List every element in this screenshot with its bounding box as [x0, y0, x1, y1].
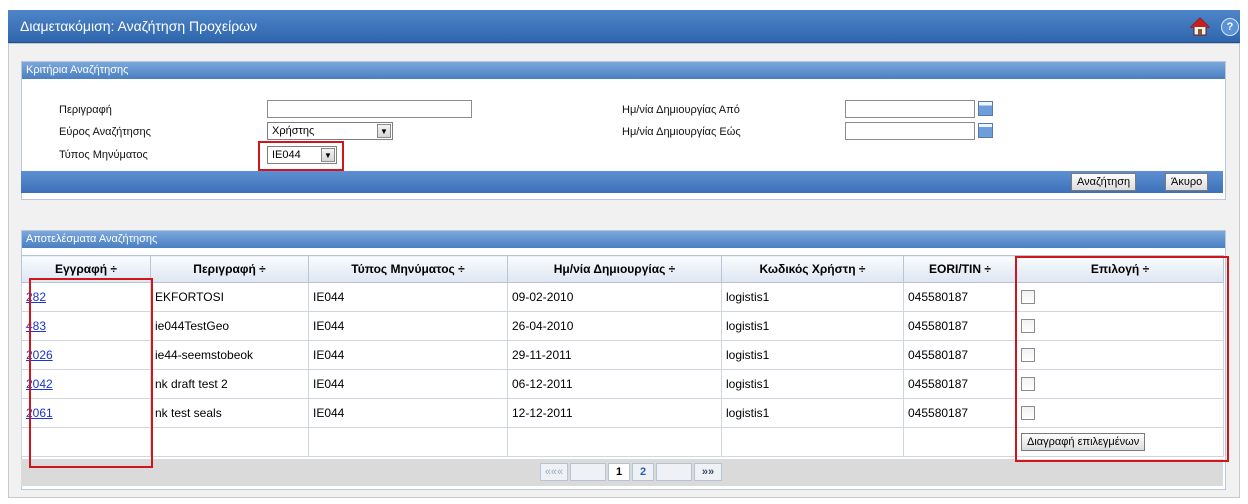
search-button[interactable]: Αναζήτηση — [1071, 173, 1137, 191]
col-header-eori[interactable]: EORI/TIN ÷ — [903, 255, 1017, 283]
row-date: 09-02-2010 — [507, 282, 722, 312]
row-select-checkbox[interactable] — [1021, 319, 1035, 334]
row-type: IE044 — [308, 398, 508, 428]
row-user: logistis1 — [721, 340, 904, 370]
row-date: 12-12-2011 — [507, 398, 722, 428]
col-header-date[interactable]: Ημ/νία Δημιουργίας ÷ — [507, 255, 722, 283]
results-header: Αποτελέσματα Αναζήτησης — [22, 231, 1225, 248]
results-table: Εγγραφή ÷ Περιγραφή ÷ Τύπος Μηνύματος ÷ … — [21, 255, 1224, 457]
row-user: logistis1 — [721, 398, 904, 428]
record-link[interactable]: 2061 — [26, 406, 53, 420]
calendar-icon[interactable] — [978, 101, 993, 116]
criteria-header: Κριτήρια Αναζήτησης — [22, 62, 1225, 79]
row-eori: 045580187 — [903, 311, 1017, 341]
row-date: 29-11-2011 — [507, 340, 722, 370]
table-row: 282 EKFORTOSI IE044 09-02-2010 logistis1… — [21, 282, 1224, 312]
row-description: nk draft test 2 — [150, 369, 309, 399]
row-description: ie44-seemstobeok — [150, 340, 309, 370]
row-date: 06-12-2011 — [507, 369, 722, 399]
row-select-checkbox[interactable] — [1021, 290, 1035, 305]
pager-next-button[interactable] — [656, 463, 692, 481]
cancel-button[interactable]: Άκυρο — [1165, 173, 1209, 191]
row-type: IE044 — [308, 369, 508, 399]
table-row: 2042 nk draft test 2 IE044 06-12-2011 lo… — [21, 369, 1224, 399]
delete-selected-button[interactable]: Διαγραφή επιλεγμένων — [1021, 433, 1146, 451]
record-link[interactable]: 483 — [26, 319, 46, 333]
description-input[interactable] — [267, 100, 472, 118]
msgtype-label: Τύπος Μηνύματος — [59, 149, 148, 161]
row-type: IE044 — [308, 282, 508, 312]
row-description: EKFORTOSI — [150, 282, 309, 312]
table-row: 2061 nk test seals IE044 12-12-2011 logi… — [21, 398, 1224, 428]
col-header-description[interactable]: Περιγραφή ÷ — [150, 255, 309, 283]
row-user: logistis1 — [721, 311, 904, 341]
row-description: ie044TestGeo — [150, 311, 309, 341]
scope-value: Χρήστης — [272, 125, 315, 137]
date-from-input[interactable] — [845, 100, 975, 118]
description-label: Περιγραφή — [59, 104, 112, 116]
table-footer-row: Διαγραφή επιλεγμένων — [21, 427, 1224, 457]
record-link[interactable]: 2026 — [26, 348, 53, 362]
msgtype-select[interactable]: IE044 ▼ — [267, 146, 337, 164]
date-to-input[interactable] — [845, 122, 975, 140]
row-eori: 045580187 — [903, 282, 1017, 312]
col-header-id[interactable]: Εγγραφή ÷ — [21, 255, 151, 283]
col-header-select[interactable]: Επιλογή ÷ — [1016, 255, 1224, 283]
row-description: nk test seals — [150, 398, 309, 428]
content-area: Κριτήρια Αναζήτησης Περιγραφή Εύρος Αναζ… — [8, 43, 1240, 498]
row-eori: 045580187 — [903, 398, 1017, 428]
record-link[interactable]: 282 — [26, 290, 46, 304]
pager-first-button[interactable]: ««« — [540, 463, 568, 481]
pager-last-button[interactable]: »» — [694, 463, 722, 481]
criteria-action-bar: Αναζήτηση Άκυρο — [21, 171, 1223, 193]
row-user: logistis1 — [721, 282, 904, 312]
help-icon[interactable]: ? — [1221, 18, 1239, 36]
pager-page-2[interactable]: 2 — [632, 463, 654, 481]
calendar-icon[interactable] — [978, 123, 993, 138]
row-eori: 045580187 — [903, 369, 1017, 399]
row-date: 26-04-2010 — [507, 311, 722, 341]
col-header-type[interactable]: Τύπος Μηνύματος ÷ — [308, 255, 508, 283]
msgtype-value: IE044 — [272, 149, 301, 161]
pager-prev-button[interactable] — [570, 463, 606, 481]
pager-page-1[interactable]: 1 — [608, 463, 630, 481]
scope-label: Εύρος Αναζήτησης — [59, 126, 151, 138]
row-select-checkbox[interactable] — [1021, 406, 1035, 421]
scope-select[interactable]: Χρήστης ▼ — [267, 122, 393, 140]
row-type: IE044 — [308, 340, 508, 370]
table-header-row: Εγγραφή ÷ Περιγραφή ÷ Τύπος Μηνύματος ÷ … — [21, 255, 1224, 283]
row-select-checkbox[interactable] — [1021, 377, 1035, 392]
row-user: logistis1 — [721, 369, 904, 399]
col-header-user[interactable]: Κωδικός Χρήστη ÷ — [721, 255, 904, 283]
title-bar: Διαμετακόμιση: Αναζήτηση Προχείρων ? — [8, 10, 1240, 43]
date-to-label: Ημ/νία Δημιουργίας Εώς — [622, 126, 741, 138]
row-type: IE044 — [308, 311, 508, 341]
chevron-down-icon[interactable]: ▼ — [377, 124, 391, 138]
home-icon[interactable] — [1190, 17, 1210, 37]
date-from-label: Ημ/νία Δημιουργίας Από — [622, 104, 740, 116]
chevron-down-icon[interactable]: ▼ — [321, 148, 335, 162]
table-row: 483 ie044TestGeo IE044 26-04-2010 logist… — [21, 311, 1224, 341]
row-eori: 045580187 — [903, 340, 1017, 370]
page-title: Διαμετακόμιση: Αναζήτηση Προχείρων — [20, 18, 258, 34]
row-select-checkbox[interactable] — [1021, 348, 1035, 363]
record-link[interactable]: 2042 — [26, 377, 53, 391]
table-row: 2026 ie44-seemstobeok IE044 29-11-2011 l… — [21, 340, 1224, 370]
